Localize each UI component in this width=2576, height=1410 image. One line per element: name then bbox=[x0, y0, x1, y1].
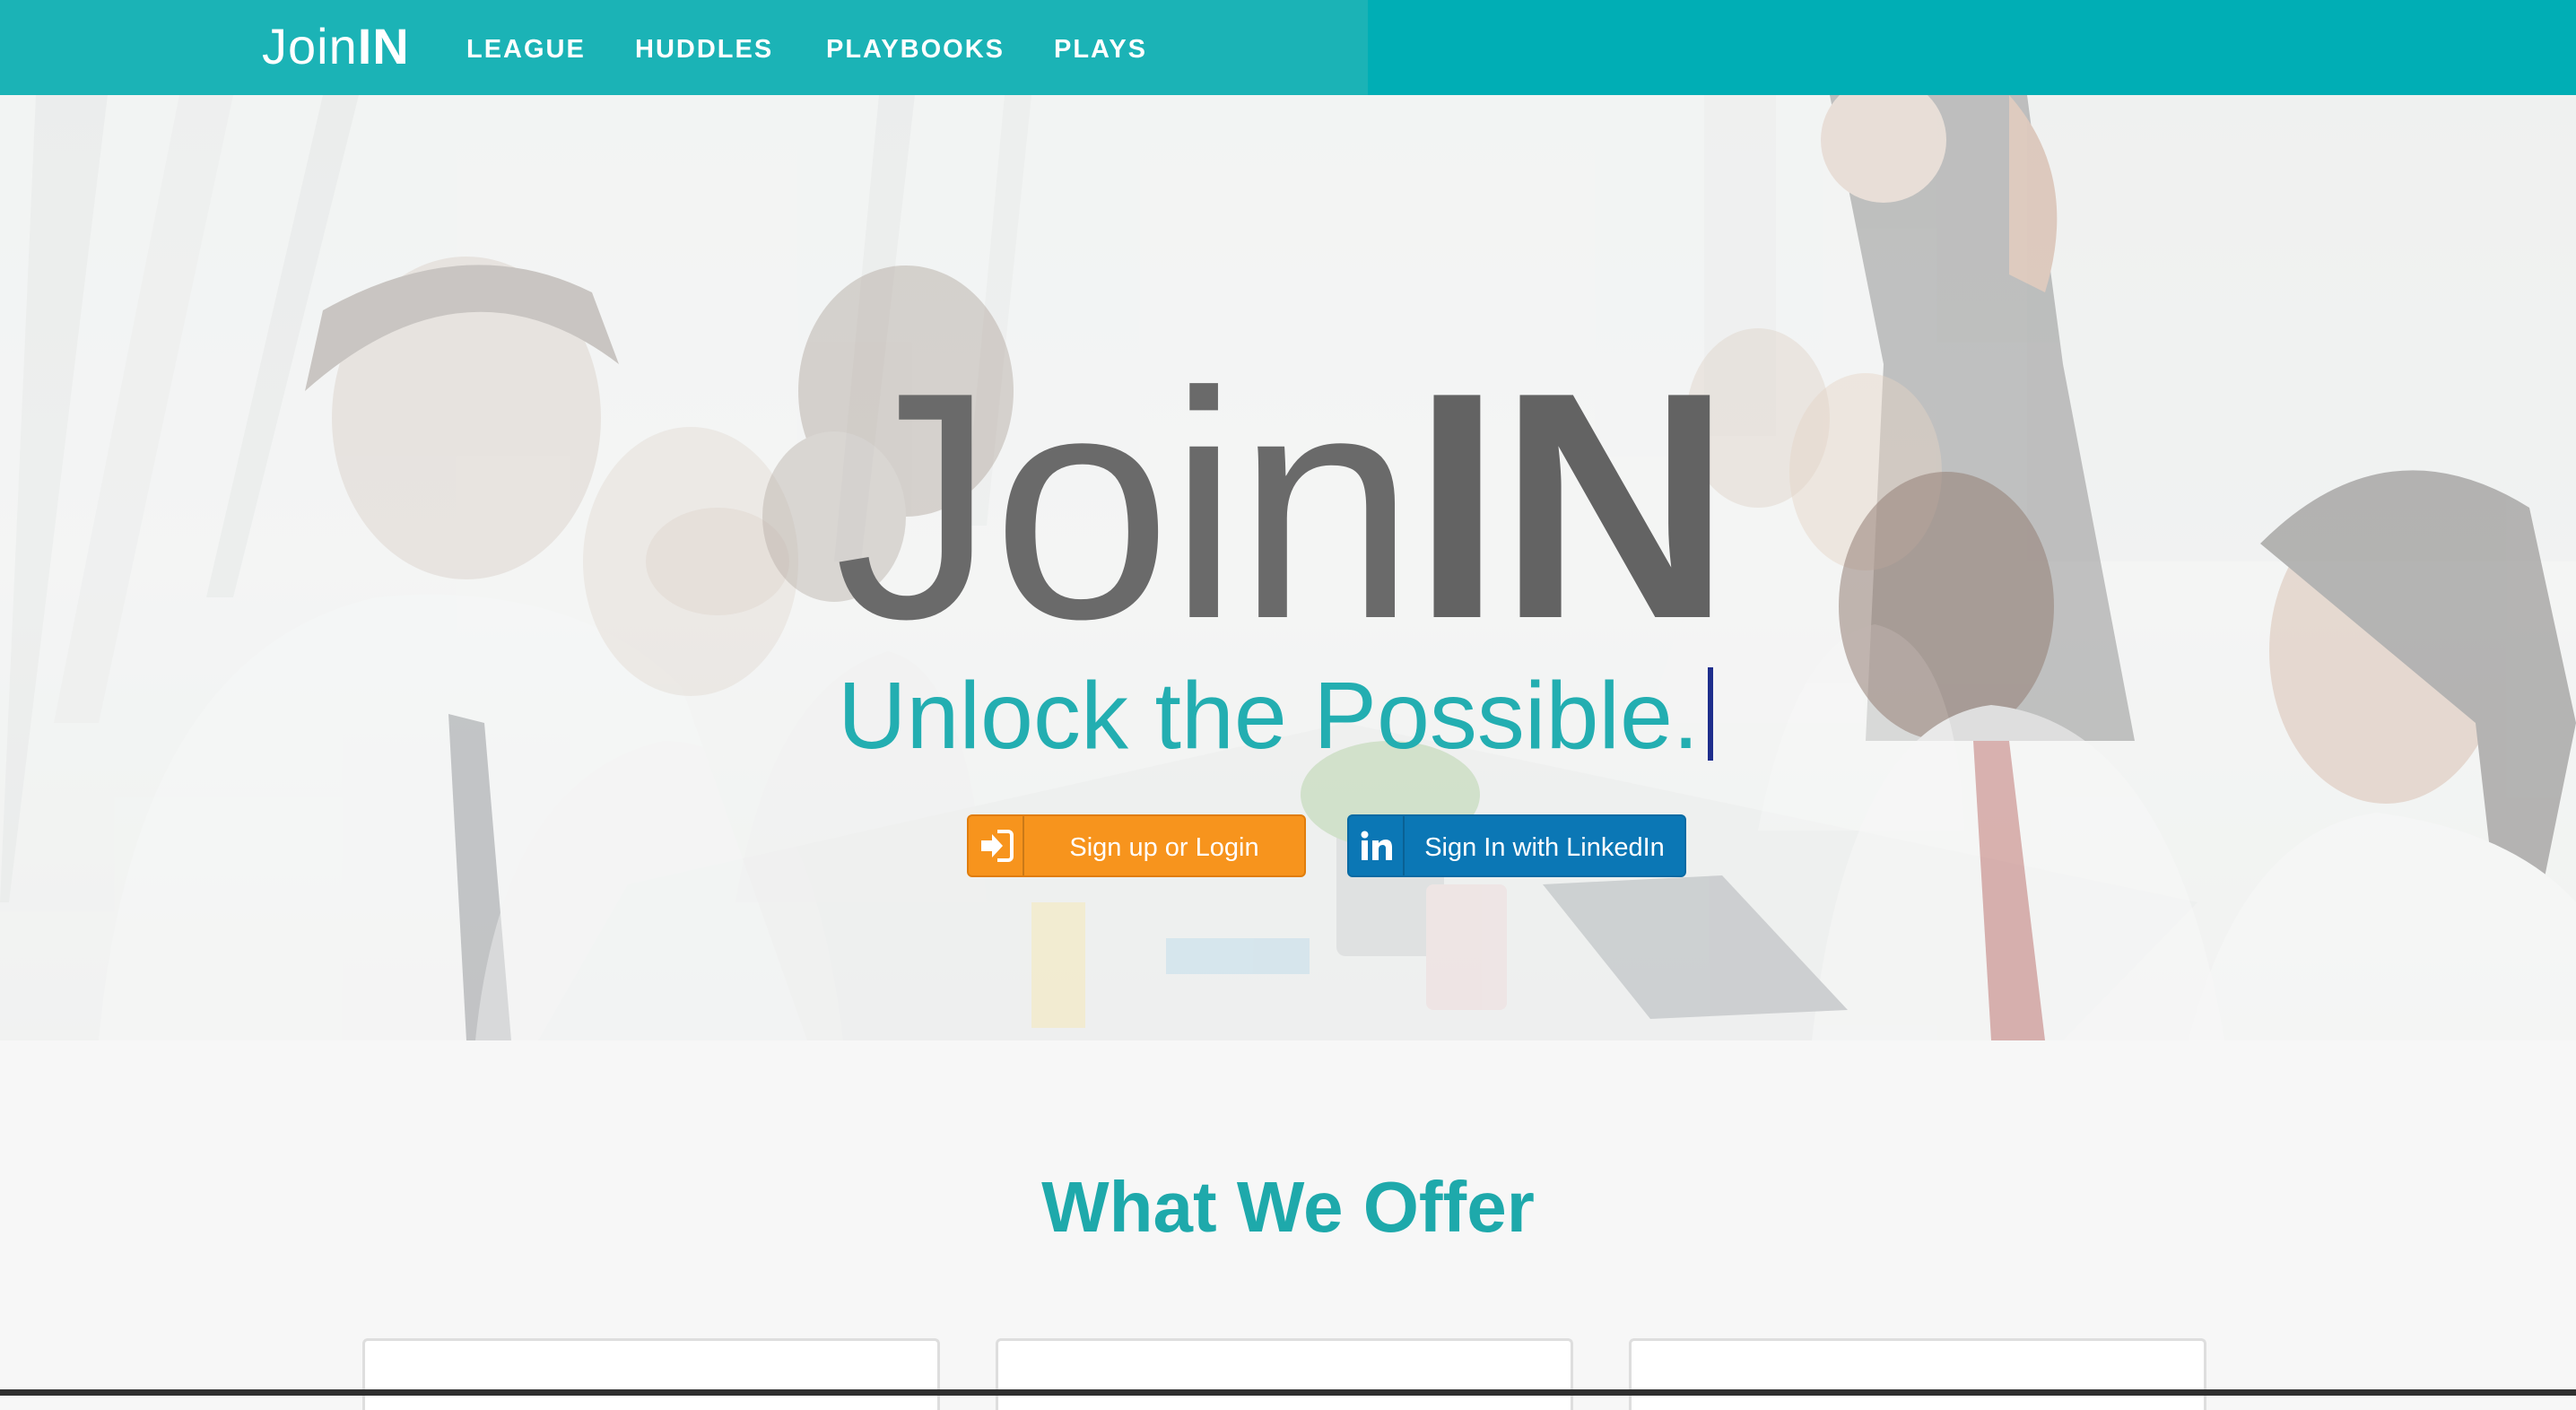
brand-logo-light: Join bbox=[262, 18, 358, 74]
sign-in-icon bbox=[969, 816, 1024, 875]
hero-title-light: Join bbox=[834, 326, 1415, 686]
typing-cursor bbox=[1708, 667, 1714, 761]
hero-tagline: Unlock the Possible. bbox=[838, 662, 1735, 770]
offer-section-title: What We Offer bbox=[1041, 1167, 1535, 1247]
offer-card bbox=[362, 1338, 940, 1410]
hero-section: JoinIN Unlock the Possible. Sign up or L… bbox=[0, 95, 2576, 1040]
linkedin-signin-label: Sign In with LinkedIn bbox=[1424, 833, 1665, 862]
signup-login-button[interactable]: Sign up or Login bbox=[967, 814, 1306, 877]
hero-tagline-text: Unlock the Possible. bbox=[838, 663, 1700, 769]
nav-item-league[interactable]: LEAGUE bbox=[466, 33, 586, 65]
brand-logo[interactable]: JoinIN bbox=[262, 20, 410, 74]
brand-logo-bold: IN bbox=[357, 18, 410, 74]
hero-title-bold: IN bbox=[1412, 326, 1731, 686]
nav-item-plays[interactable]: PLAYS bbox=[1054, 33, 1147, 65]
linkedin-icon bbox=[1349, 816, 1405, 875]
signup-login-label: Sign up or Login bbox=[1069, 833, 1259, 862]
top-navbar: JoinIN LEAGUE HUDDLES PLAYBOOKS PLAYS bbox=[0, 0, 2576, 95]
bottom-edge bbox=[0, 1389, 2576, 1396]
nav-item-huddles[interactable]: HUDDLES bbox=[635, 33, 773, 65]
nav-item-playbooks[interactable]: PLAYBOOKS bbox=[826, 33, 1005, 65]
hero-title: JoinIN bbox=[834, 326, 1749, 685]
offer-card bbox=[996, 1338, 1573, 1410]
linkedin-signin-button[interactable]: Sign In with LinkedIn bbox=[1347, 814, 1686, 877]
offer-card bbox=[1629, 1338, 2206, 1410]
